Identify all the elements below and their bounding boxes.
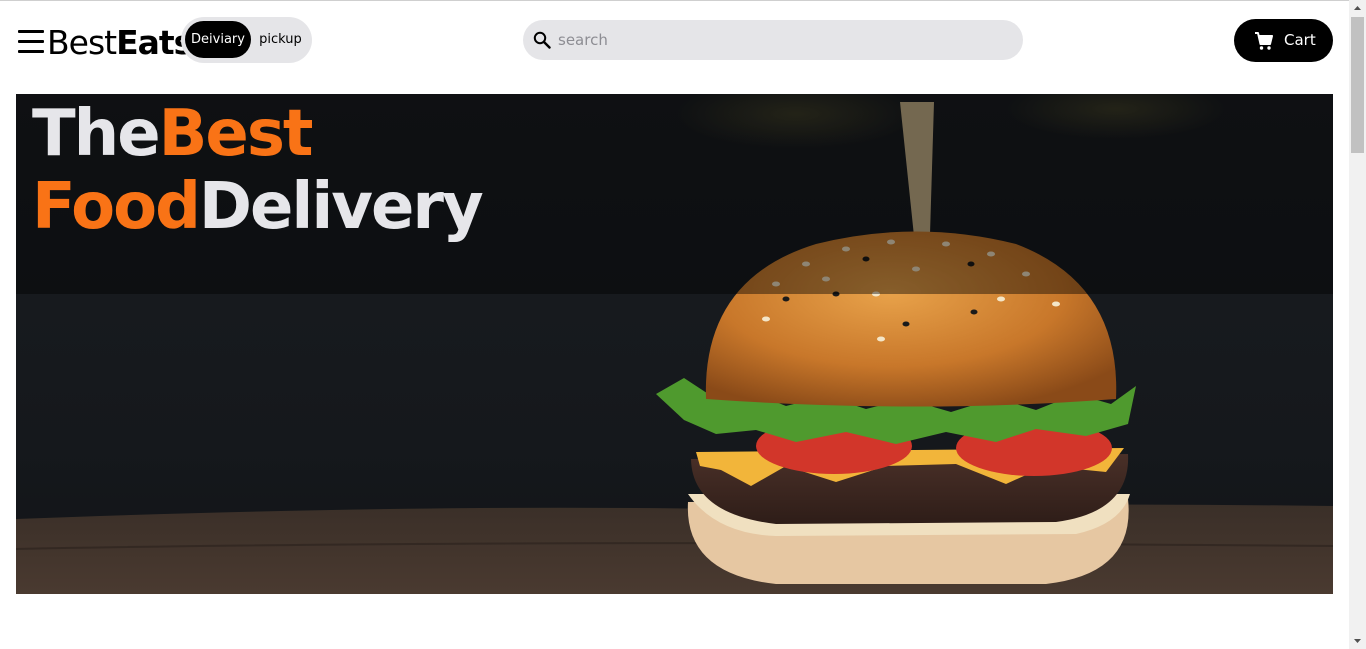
brand-logo[interactable]: BestEats (47, 23, 193, 63)
cart-label: Cart (1284, 31, 1316, 49)
hero-headline-line1: TheBest (32, 98, 482, 171)
scrollbar-thumb[interactable] (1351, 17, 1364, 153)
headline-word-the: The (32, 97, 161, 171)
search-bar (523, 20, 1023, 60)
shopping-cart-icon (1255, 32, 1273, 50)
cart-button[interactable]: Cart (1234, 19, 1333, 62)
brand-name-part1: Best (47, 23, 117, 62)
scroll-down-arrow-icon[interactable] (1349, 632, 1366, 649)
site-header: BestEats Deiviary pickup Cart (0, 1, 1349, 81)
hero-headline: TheBest FoodDelivery (32, 98, 484, 244)
search-input[interactable] (558, 20, 1008, 60)
headline-word-best: Best (158, 97, 314, 171)
delivery-mode-button[interactable]: Deiviary (185, 21, 251, 58)
search-icon (533, 31, 551, 49)
vertical-scrollbar[interactable] (1349, 0, 1366, 649)
hamburger-menu-icon[interactable] (18, 30, 44, 53)
headline-word-food: Food (32, 170, 201, 244)
hero-headline-line2: FoodDelivery (32, 170, 484, 244)
hero-banner: TheBest FoodDelivery (16, 94, 1333, 594)
headline-word-delivery: Delivery (198, 170, 484, 244)
scroll-up-arrow-icon[interactable] (1349, 0, 1366, 17)
delivery-pickup-toggle: Deiviary pickup (181, 17, 312, 63)
pickup-mode-button[interactable]: pickup (253, 21, 308, 58)
